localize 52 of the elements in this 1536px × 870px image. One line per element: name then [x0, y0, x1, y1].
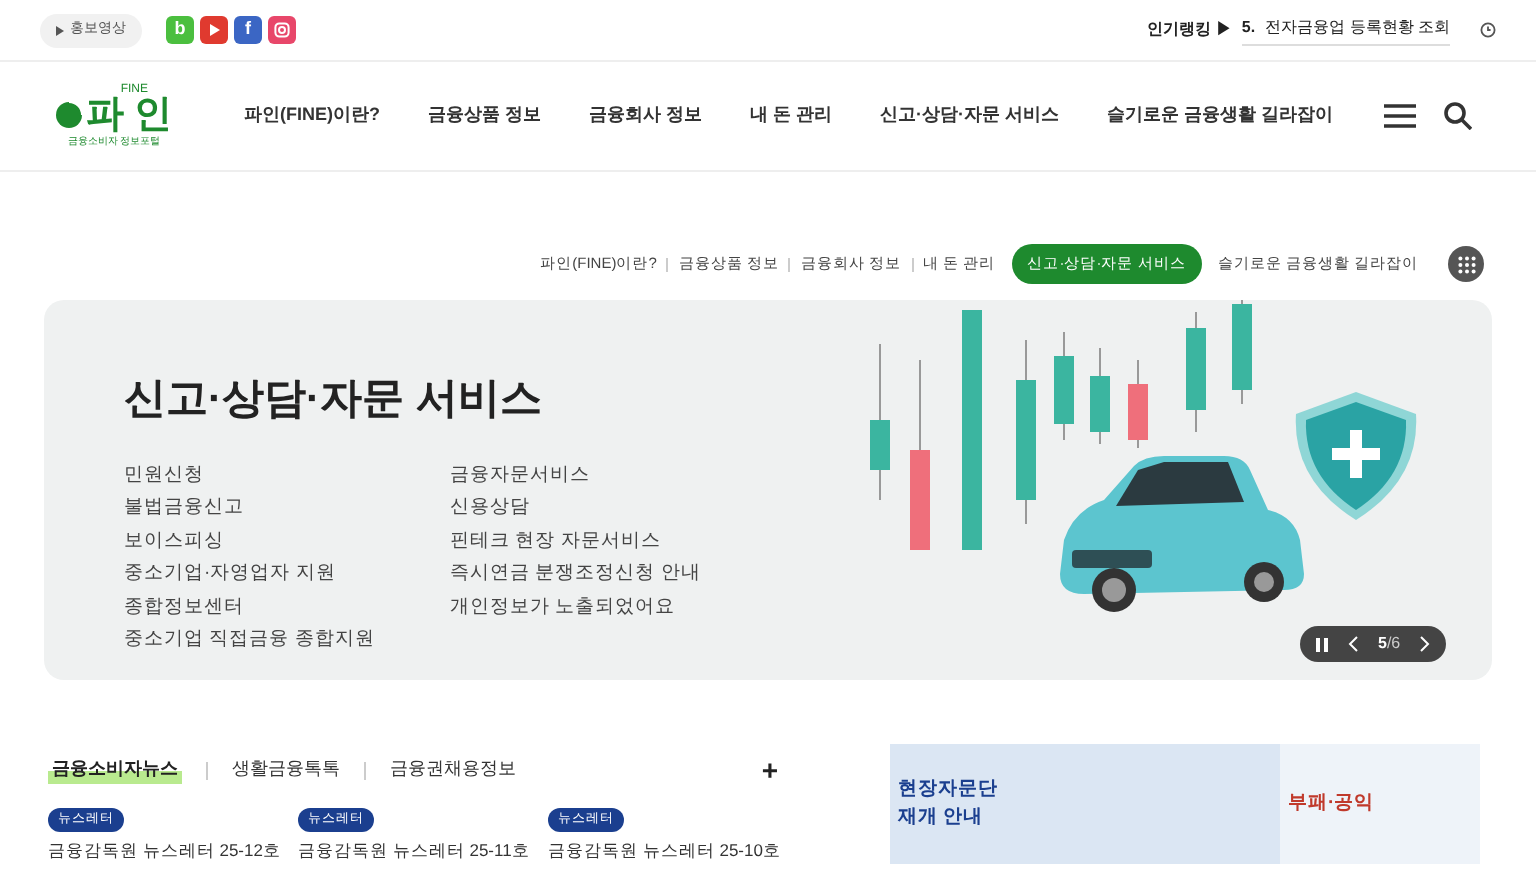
grid-icon	[1457, 255, 1475, 273]
facebook-icon[interactable]: f	[234, 16, 262, 44]
banner-text: 현장자문단	[898, 776, 1000, 804]
nav-menu-item[interactable]: 파인(FINE)이란?	[244, 102, 380, 130]
nav-menu-item[interactable]: 금융상품 정보	[428, 102, 542, 130]
nav-menu-item[interactable]: 금융회사 정보	[589, 102, 703, 130]
candlestick	[1232, 300, 1252, 405]
service-link[interactable]: 보이스피싱	[124, 525, 380, 558]
candlestick	[1054, 331, 1074, 441]
promo-banner[interactable]: 현장자문단 재개 안내	[890, 744, 1280, 864]
service-link[interactable]: 금융자문서비스	[450, 459, 701, 492]
candlestick	[1128, 359, 1148, 449]
ranking-link[interactable]: 5. 전자금융업 등록현황 조회	[1241, 15, 1450, 45]
service-link[interactable]: 중소기업·자영업자 지원	[124, 558, 380, 591]
service-link[interactable]: 민원신청	[124, 459, 380, 492]
service-link[interactable]: 종합정보센터	[124, 591, 380, 624]
nav-menu-item[interactable]: 신고·상담·자문 서비스	[880, 102, 1060, 130]
service-link[interactable]: 개인정보가 노출되었어요	[450, 591, 701, 624]
pause-icon[interactable]	[1316, 637, 1328, 651]
chevron-right-icon[interactable]	[1420, 636, 1431, 652]
banner-text: 재개 안내	[898, 804, 986, 832]
service-link[interactable]: 즉시연금 분쟁조정신청 안내	[450, 558, 701, 591]
nav-menu-item[interactable]: 내 돈 관리	[750, 102, 833, 130]
service-link[interactable]: 중소기업 직접금융 종합지원	[124, 624, 380, 657]
news-tab[interactable]: 금융권채용정보	[390, 756, 516, 784]
candlestick	[1186, 311, 1206, 433]
news-tab[interactable]: 금융소비자뉴스	[48, 756, 182, 784]
youtube-icon[interactable]	[200, 16, 228, 44]
play-icon	[56, 25, 64, 35]
search-icon[interactable]	[1444, 102, 1472, 130]
grid-menu-button[interactable]	[1448, 246, 1484, 282]
news-title-link[interactable]: 금융감독원 뉴스레터 25-10호	[548, 837, 781, 863]
nav-menu-item[interactable]: 슬기로운 금융생활 길라잡이	[1107, 102, 1334, 130]
candlestick	[1090, 347, 1110, 445]
menu-icon[interactable]	[1384, 104, 1416, 128]
slide-counter: 5/6	[1378, 632, 1401, 656]
news-title-link[interactable]: 금융감독원 뉴스레터 25-11호	[298, 837, 530, 863]
instagram-icon[interactable]	[268, 16, 296, 44]
shield-plus-icon	[1292, 390, 1420, 522]
ranking-label: 인기랭킹 ▶	[1147, 18, 1232, 42]
logo-emblem-icon	[55, 102, 82, 128]
timer-icon[interactable]	[1480, 22, 1496, 38]
service-link[interactable]: 신용상담	[450, 492, 701, 525]
promo-banner[interactable]: 부패·공익	[1280, 744, 1480, 864]
service-link[interactable]: 핀테크 현장 자문서비스	[450, 525, 701, 558]
more-button[interactable]: +	[761, 756, 778, 784]
news-tab[interactable]: 생활금융톡톡	[232, 756, 340, 784]
hero-title: 신고·상담·자문 서비스	[124, 374, 544, 426]
news-title-link[interactable]: 금융감독원 뉴스레터 25-12호	[48, 837, 281, 863]
chevron-left-icon[interactable]	[1348, 636, 1358, 652]
banner-text: 부패·공익	[1288, 790, 1377, 818]
service-link[interactable]: 불법금융신고	[124, 492, 380, 525]
